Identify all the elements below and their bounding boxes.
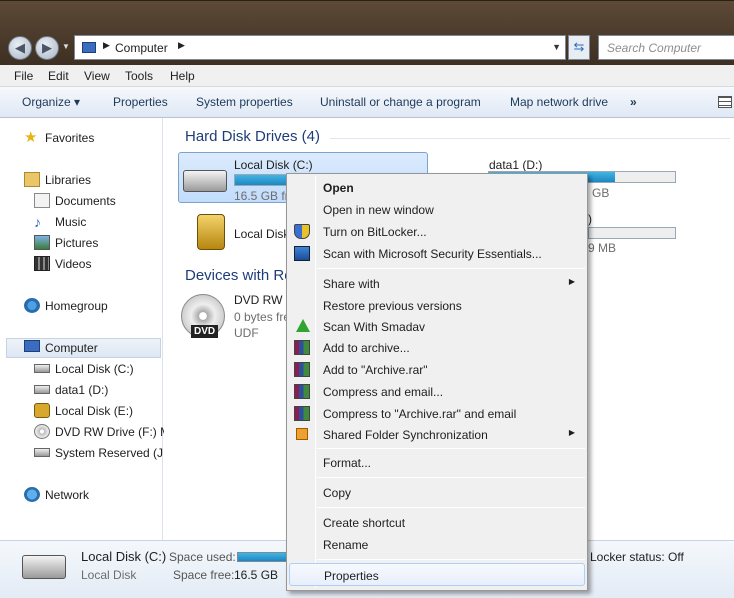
hard-disk-drives-header[interactable]: Hard Disk Drives (4) — [185, 128, 320, 145]
menu-item-share-with[interactable]: Share with ▶ — [289, 273, 585, 294]
computer-icon — [82, 42, 96, 53]
menu-divider — [317, 507, 585, 508]
smadav-icon — [296, 319, 310, 332]
navigation-pane: ★ Favorites Libraries Documents ♪ Music … — [0, 118, 170, 540]
security-essentials-icon — [294, 246, 310, 261]
dvd-label: DVD — [191, 325, 219, 338]
organize-button[interactable]: Organize ▾ — [22, 95, 80, 109]
network-icon — [24, 487, 40, 502]
menu-item-properties[interactable]: Properties — [289, 563, 585, 586]
bitlocker-status: Locker status: Off — [590, 550, 684, 564]
details-drive-name: Local Disk (C:) — [81, 549, 167, 564]
command-bar: Organize ▾ Properties System properties … — [0, 87, 734, 118]
menu-item-compress-rar-and-email[interactable]: Compress to "Archive.rar" and email — [289, 403, 585, 424]
submenu-arrow-icon: ▶ — [568, 428, 575, 437]
drive-j-usage-bar — [588, 227, 676, 239]
menu-item-create-shortcut[interactable]: Create shortcut — [289, 512, 585, 533]
music-note-icon: ♪ — [34, 214, 41, 230]
breadcrumb-computer[interactable]: Computer — [115, 41, 168, 55]
pictures-icon — [34, 235, 50, 250]
uac-shield-icon — [294, 224, 310, 239]
videos-icon — [34, 256, 50, 271]
address-dropdown-icon[interactable]: ▼ — [552, 42, 561, 52]
menu-item-mse-scan[interactable]: Scan with Microsoft Security Essentials.… — [289, 243, 585, 264]
drive-tile-dvd-rw-f[interactable]: DVD DVD RW D 0 bytes fre UDF — [181, 290, 294, 344]
drive-icon — [34, 448, 50, 457]
menu-file[interactable]: File — [14, 69, 33, 83]
menu-divider — [317, 559, 585, 560]
menu-item-copy[interactable]: Copy — [289, 482, 585, 503]
menu-divider — [317, 448, 585, 449]
menu-item-turn-on-bitlocker[interactable]: Turn on BitLocker... — [289, 221, 585, 242]
sync-icon — [296, 428, 308, 440]
space-free-label: Space free: — [173, 568, 235, 582]
padlock-icon — [197, 214, 225, 250]
menu-item-rename[interactable]: Rename — [289, 534, 585, 555]
menu-item-add-to-archive[interactable]: Add to archive... — [289, 337, 585, 358]
breadcrumb-separator-icon[interactable]: ▶ — [178, 40, 185, 51]
menu-edit[interactable]: Edit — [48, 69, 69, 83]
menu-item-add-to-archive-rar[interactable]: Add to "Archive.rar" — [289, 359, 585, 380]
menu-divider — [317, 477, 585, 478]
menu-item-scan-smadav[interactable]: Scan With Smadav — [289, 316, 585, 337]
uninstall-program-button[interactable]: Uninstall or change a program — [320, 95, 481, 109]
context-menu: Open Open in new window Turn on BitLocke… — [286, 173, 588, 591]
map-network-drive-button[interactable]: Map network drive — [510, 95, 608, 109]
computer-icon — [24, 340, 40, 352]
forward-button[interactable]: ▶ — [35, 36, 59, 60]
winrar-icon — [294, 384, 310, 399]
drive-tile-local-disk-e[interactable]: Local Disk — [181, 210, 301, 260]
forward-arrow-icon: ▶ — [42, 40, 52, 55]
properties-button[interactable]: Properties — [113, 95, 168, 109]
menu-divider — [317, 268, 585, 269]
hard-drive-icon — [22, 555, 66, 579]
menu-item-compress-and-email[interactable]: Compress and email... — [289, 381, 585, 402]
devices-removable-header[interactable]: Devices with Re — [185, 267, 293, 284]
back-arrow-icon: ◀ — [15, 40, 25, 55]
address-bar-region: ◀ ▶ ▼ ▶ Computer ▶ ▼ ⇆ Search Computer — [0, 0, 734, 65]
breadcrumb-separator-icon[interactable]: ▶ — [103, 40, 110, 51]
drive-icon — [34, 364, 50, 373]
more-commands-button[interactable]: » — [630, 95, 637, 109]
search-input[interactable]: Search Computer — [598, 35, 734, 60]
menu-item-open[interactable]: Open — [289, 177, 585, 198]
address-field[interactable]: ▶ Computer ▶ ▼ — [74, 35, 566, 60]
drive-icon — [34, 385, 50, 394]
winrar-icon — [294, 406, 310, 421]
submenu-arrow-icon: ▶ — [568, 277, 575, 286]
documents-icon — [34, 193, 50, 208]
star-icon: ★ — [24, 129, 38, 146]
menu-item-shared-folder-sync[interactable]: Shared Folder Synchronization ▶ — [289, 424, 585, 445]
space-free-value: 16.5 GB — [234, 568, 279, 582]
system-properties-button[interactable]: System properties — [196, 95, 293, 109]
menu-help[interactable]: Help — [170, 69, 195, 83]
homegroup-icon — [24, 298, 40, 313]
locked-drive-icon — [34, 403, 50, 418]
menu-bar: File Edit View Tools Help — [0, 65, 734, 87]
menu-item-format[interactable]: Format... — [289, 452, 585, 473]
menu-item-open-new-window[interactable]: Open in new window — [289, 199, 585, 220]
space-used-label: Space used: — [169, 550, 236, 564]
hard-drive-icon — [183, 170, 227, 192]
details-drive-type: Local Disk — [81, 568, 137, 582]
refresh-button[interactable]: ⇆ — [568, 35, 590, 60]
menu-tools[interactable]: Tools — [125, 69, 153, 83]
winrar-icon — [294, 362, 310, 377]
winrar-icon — [294, 340, 310, 355]
libraries-icon — [24, 172, 40, 187]
menu-item-restore-previous-versions[interactable]: Restore previous versions — [289, 295, 585, 316]
menu-view[interactable]: View — [84, 69, 110, 83]
back-button[interactable]: ◀ — [8, 36, 32, 60]
refresh-icon: ⇆ — [573, 39, 585, 54]
dvd-icon — [34, 424, 50, 439]
change-view-icon[interactable] — [718, 96, 732, 108]
recent-pages-dropdown-icon[interactable]: ▼ — [62, 42, 70, 51]
group-divider — [330, 138, 730, 139]
